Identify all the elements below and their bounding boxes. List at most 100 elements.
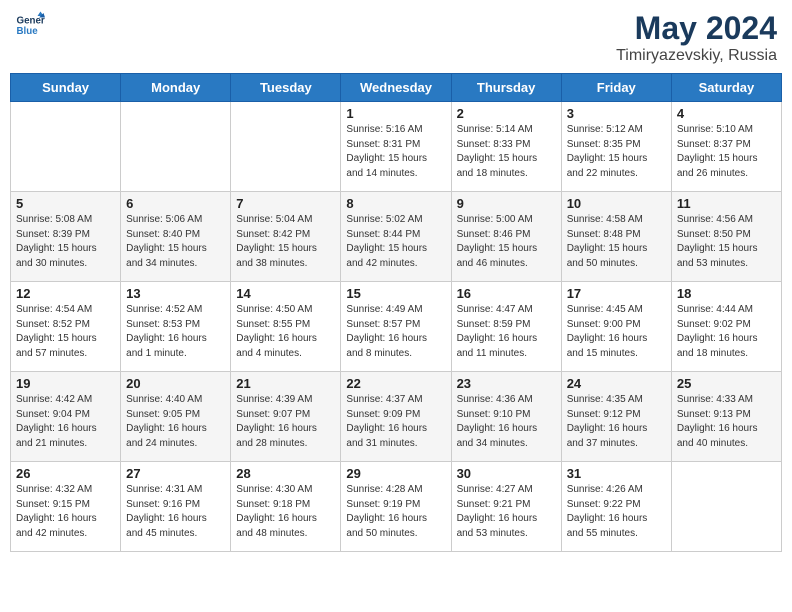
day-info: Sunrise: 4:36 AM Sunset: 9:10 PM Dayligh… <box>457 393 556 451</box>
weekday-header-wednesday: Wednesday <box>341 74 451 102</box>
day-number: 3 <box>567 106 666 121</box>
calendar-cell: 20 Sunrise: 4:40 AM Sunset: 9:05 PM Dayli… <box>121 372 231 462</box>
calendar-cell: 11 Sunrise: 4:56 AM Sunset: 8:50 PM Dayli… <box>671 192 781 282</box>
day-number: 9 <box>457 196 556 211</box>
day-number: 2 <box>457 106 556 121</box>
day-info: Sunrise: 4:35 AM Sunset: 9:12 PM Dayligh… <box>567 393 666 451</box>
day-info: Sunrise: 5:00 AM Sunset: 8:46 PM Dayligh… <box>457 213 556 271</box>
calendar-cell: 4Sunrise: 5:10 AM Sunset: 8:37 PM Daylig… <box>671 102 781 192</box>
calendar-cell <box>11 102 121 192</box>
day-number: 11 <box>677 196 776 211</box>
day-info: Sunrise: 5:08 AM Sunset: 8:39 PM Dayligh… <box>16 213 115 271</box>
day-info: Sunrise: 4:27 AM Sunset: 9:21 PM Dayligh… <box>457 483 556 541</box>
calendar-cell: 25 Sunrise: 4:33 AM Sunset: 9:13 PM Dayli… <box>671 372 781 462</box>
calendar-cell <box>671 462 781 552</box>
day-info: Sunrise: 5:14 AM Sunset: 8:33 PM Dayligh… <box>457 123 556 181</box>
calendar-cell: 9 Sunrise: 5:00 AM Sunset: 8:46 PM Daylig… <box>451 192 561 282</box>
weekday-header-friday: Friday <box>561 74 671 102</box>
day-info: Sunrise: 4:49 AM Sunset: 8:57 PM Dayligh… <box>346 303 445 361</box>
calendar-cell: 22 Sunrise: 4:37 AM Sunset: 9:09 PM Dayli… <box>341 372 451 462</box>
day-info: Sunrise: 4:50 AM Sunset: 8:55 PM Dayligh… <box>236 303 335 361</box>
calendar-cell: 1 Sunrise: 5:16 AM Sunset: 8:31 PM Daylig… <box>341 102 451 192</box>
day-info: Sunrise: 4:58 AM Sunset: 8:48 PM Dayligh… <box>567 213 666 271</box>
day-number: 20 <box>126 376 225 391</box>
calendar-cell: 27 Sunrise: 4:31 AM Sunset: 9:16 PM Dayli… <box>121 462 231 552</box>
page-header: General Blue May 2024 Timiryazevskiy, Ru… <box>10 10 782 65</box>
calendar-cell: 3 Sunrise: 5:12 AM Sunset: 8:35 PM Daylig… <box>561 102 671 192</box>
calendar-cell: 15Sunrise: 4:49 AM Sunset: 8:57 PM Dayli… <box>341 282 451 372</box>
location-subtitle: Timiryazevskiy, Russia <box>616 47 777 65</box>
day-number: 6 <box>126 196 225 211</box>
day-number: 12 <box>16 286 115 301</box>
day-info: Sunrise: 4:45 AM Sunset: 9:00 PM Dayligh… <box>567 303 666 361</box>
day-number: 18 <box>677 286 776 301</box>
day-number: 27 <box>126 466 225 481</box>
calendar-cell: 29Sunrise: 4:28 AM Sunset: 9:19 PM Dayli… <box>341 462 451 552</box>
day-number: 23 <box>457 376 556 391</box>
day-number: 5 <box>16 196 115 211</box>
calendar-cell: 17Sunrise: 4:45 AM Sunset: 9:00 PM Dayli… <box>561 282 671 372</box>
calendar-cell: 8 Sunrise: 5:02 AM Sunset: 8:44 PM Daylig… <box>341 192 451 282</box>
day-info: Sunrise: 4:44 AM Sunset: 9:02 PM Dayligh… <box>677 303 776 361</box>
day-info: Sunrise: 4:56 AM Sunset: 8:50 PM Dayligh… <box>677 213 776 271</box>
calendar-cell: 16 Sunrise: 4:47 AM Sunset: 8:59 PM Dayli… <box>451 282 561 372</box>
weekday-header-saturday: Saturday <box>671 74 781 102</box>
calendar-week-row: 5 Sunrise: 5:08 AM Sunset: 8:39 PM Daylig… <box>11 192 782 282</box>
calendar-cell: 5 Sunrise: 5:08 AM Sunset: 8:39 PM Daylig… <box>11 192 121 282</box>
day-number: 30 <box>457 466 556 481</box>
day-number: 16 <box>457 286 556 301</box>
calendar-week-row: 1 Sunrise: 5:16 AM Sunset: 8:31 PM Daylig… <box>11 102 782 192</box>
calendar-cell <box>231 102 341 192</box>
calendar-cell: 19Sunrise: 4:42 AM Sunset: 9:04 PM Dayli… <box>11 372 121 462</box>
weekday-header-sunday: Sunday <box>11 74 121 102</box>
day-number: 14 <box>236 286 335 301</box>
day-info: Sunrise: 4:42 AM Sunset: 9:04 PM Dayligh… <box>16 393 115 451</box>
calendar-cell: 13Sunrise: 4:52 AM Sunset: 8:53 PM Dayli… <box>121 282 231 372</box>
day-number: 21 <box>236 376 335 391</box>
calendar-header: SundayMondayTuesdayWednesdayThursdayFrid… <box>11 74 782 102</box>
day-number: 25 <box>677 376 776 391</box>
day-number: 7 <box>236 196 335 211</box>
calendar-cell: 31 Sunrise: 4:26 AM Sunset: 9:22 PM Dayli… <box>561 462 671 552</box>
day-info: Sunrise: 5:10 AM Sunset: 8:37 PM Dayligh… <box>677 123 776 181</box>
calendar-cell: 2 Sunrise: 5:14 AM Sunset: 8:33 PM Daylig… <box>451 102 561 192</box>
day-number: 24 <box>567 376 666 391</box>
day-number: 13 <box>126 286 225 301</box>
day-number: 22 <box>346 376 445 391</box>
day-number: 28 <box>236 466 335 481</box>
calendar-cell: 10 Sunrise: 4:58 AM Sunset: 8:48 PM Dayli… <box>561 192 671 282</box>
calendar-cell: 12Sunrise: 4:54 AM Sunset: 8:52 PM Dayli… <box>11 282 121 372</box>
title-block: May 2024 Timiryazevskiy, Russia <box>616 10 777 65</box>
day-number: 1 <box>346 106 445 121</box>
day-info: Sunrise: 4:31 AM Sunset: 9:16 PM Dayligh… <box>126 483 225 541</box>
calendar-week-row: 19Sunrise: 4:42 AM Sunset: 9:04 PM Dayli… <box>11 372 782 462</box>
day-info: Sunrise: 5:04 AM Sunset: 8:42 PM Dayligh… <box>236 213 335 271</box>
calendar-cell: 21Sunrise: 4:39 AM Sunset: 9:07 PM Dayli… <box>231 372 341 462</box>
calendar-table: SundayMondayTuesdayWednesdayThursdayFrid… <box>10 73 782 552</box>
weekday-header-tuesday: Tuesday <box>231 74 341 102</box>
day-number: 26 <box>16 466 115 481</box>
day-info: Sunrise: 4:40 AM Sunset: 9:05 PM Dayligh… <box>126 393 225 451</box>
day-number: 10 <box>567 196 666 211</box>
day-info: Sunrise: 4:30 AM Sunset: 9:18 PM Dayligh… <box>236 483 335 541</box>
day-info: Sunrise: 5:12 AM Sunset: 8:35 PM Dayligh… <box>567 123 666 181</box>
calendar-cell: 23 Sunrise: 4:36 AM Sunset: 9:10 PM Dayli… <box>451 372 561 462</box>
weekday-header-row: SundayMondayTuesdayWednesdayThursdayFrid… <box>11 74 782 102</box>
calendar-cell: 18 Sunrise: 4:44 AM Sunset: 9:02 PM Dayli… <box>671 282 781 372</box>
day-number: 31 <box>567 466 666 481</box>
day-info: Sunrise: 5:06 AM Sunset: 8:40 PM Dayligh… <box>126 213 225 271</box>
day-info: Sunrise: 4:33 AM Sunset: 9:13 PM Dayligh… <box>677 393 776 451</box>
calendar-body: 1 Sunrise: 5:16 AM Sunset: 8:31 PM Daylig… <box>11 102 782 552</box>
day-info: Sunrise: 4:47 AM Sunset: 8:59 PM Dayligh… <box>457 303 556 361</box>
calendar-cell: 24 Sunrise: 4:35 AM Sunset: 9:12 PM Dayli… <box>561 372 671 462</box>
day-info: Sunrise: 4:26 AM Sunset: 9:22 PM Dayligh… <box>567 483 666 541</box>
day-info: Sunrise: 5:02 AM Sunset: 8:44 PM Dayligh… <box>346 213 445 271</box>
day-info: Sunrise: 4:37 AM Sunset: 9:09 PM Dayligh… <box>346 393 445 451</box>
day-info: Sunrise: 5:16 AM Sunset: 8:31 PM Dayligh… <box>346 123 445 181</box>
calendar-cell: 7 Sunrise: 5:04 AM Sunset: 8:42 PM Daylig… <box>231 192 341 282</box>
calendar-cell: 30 Sunrise: 4:27 AM Sunset: 9:21 PM Dayli… <box>451 462 561 552</box>
day-number: 8 <box>346 196 445 211</box>
month-year-title: May 2024 <box>616 10 777 47</box>
calendar-cell: 26Sunrise: 4:32 AM Sunset: 9:15 PM Dayli… <box>11 462 121 552</box>
svg-text:Blue: Blue <box>17 26 39 37</box>
